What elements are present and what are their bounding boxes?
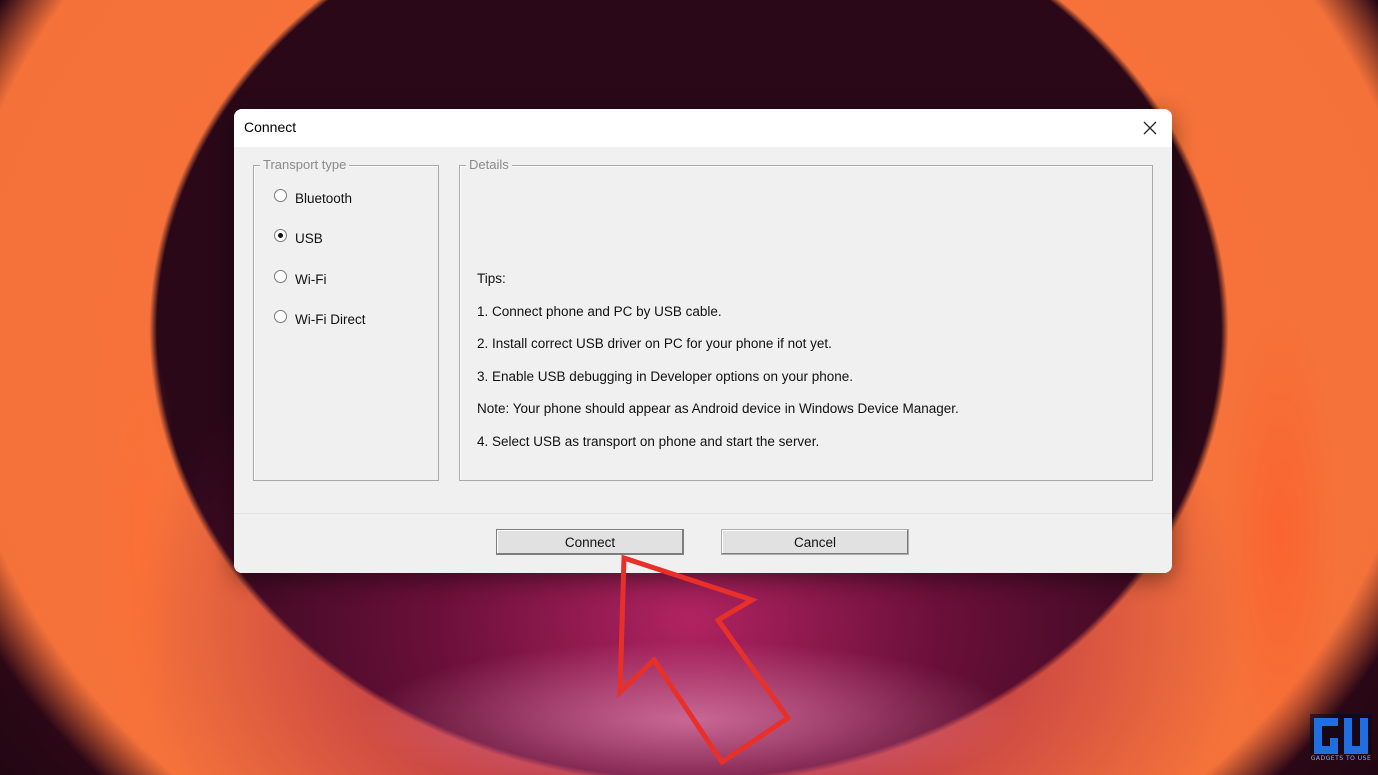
dialog-title: Connect [244,119,297,135]
watermark-tagline: GADGETS TO USE [1310,755,1372,762]
radio-circle-wifi [274,269,287,283]
radio-label-wifi-direct: Wi-Fi Direct [295,311,366,327]
wallpaper-glow-right [1220,300,1340,770]
connect-dialog: Connect Transport type Bluetooth USB Wi-… [234,109,1172,573]
tip-1: 1. Connect phone and PC by USB cable. [477,304,722,319]
details-legend: Details [466,158,512,172]
radio-label-bluetooth: Bluetooth [295,190,353,206]
close-button[interactable] [1128,109,1172,147]
details-group: Details Tips: 1. Connect phone and PC by… [459,158,1153,481]
radio-usb[interactable]: USB [274,228,323,247]
radio-circle-usb [274,228,287,242]
tip-note: Note: Your phone should appear as Androi… [477,401,959,416]
red-arrow-icon [617,554,792,766]
transport-type-group: Transport type Bluetooth USB Wi-Fi Wi-Fi… [253,158,439,481]
radio-label-wifi: Wi-Fi [295,271,327,287]
close-icon [1143,121,1157,135]
tip-4: 4. Select USB as transport on phone and … [477,434,820,449]
radio-circle-bluetooth [274,188,287,202]
radio-bluetooth[interactable]: Bluetooth [274,188,353,207]
transport-type-legend: Transport type [260,158,350,172]
gadgets-to-use-logo-icon [1310,714,1372,754]
tip-2: 2. Install correct USB driver on PC for … [477,336,832,351]
wallpaper-glow-left [100,330,180,760]
radio-label-usb: USB [295,230,323,246]
tip-3: 3. Enable USB debugging in Developer opt… [477,369,854,384]
radio-wifi-direct[interactable]: Wi-Fi Direct [274,309,366,328]
radio-circle-wifi-direct [274,309,287,323]
radio-wifi[interactable]: Wi-Fi [274,269,327,288]
tips-heading: Tips: [477,271,506,286]
dialog-titlebar: Connect [234,109,1172,147]
